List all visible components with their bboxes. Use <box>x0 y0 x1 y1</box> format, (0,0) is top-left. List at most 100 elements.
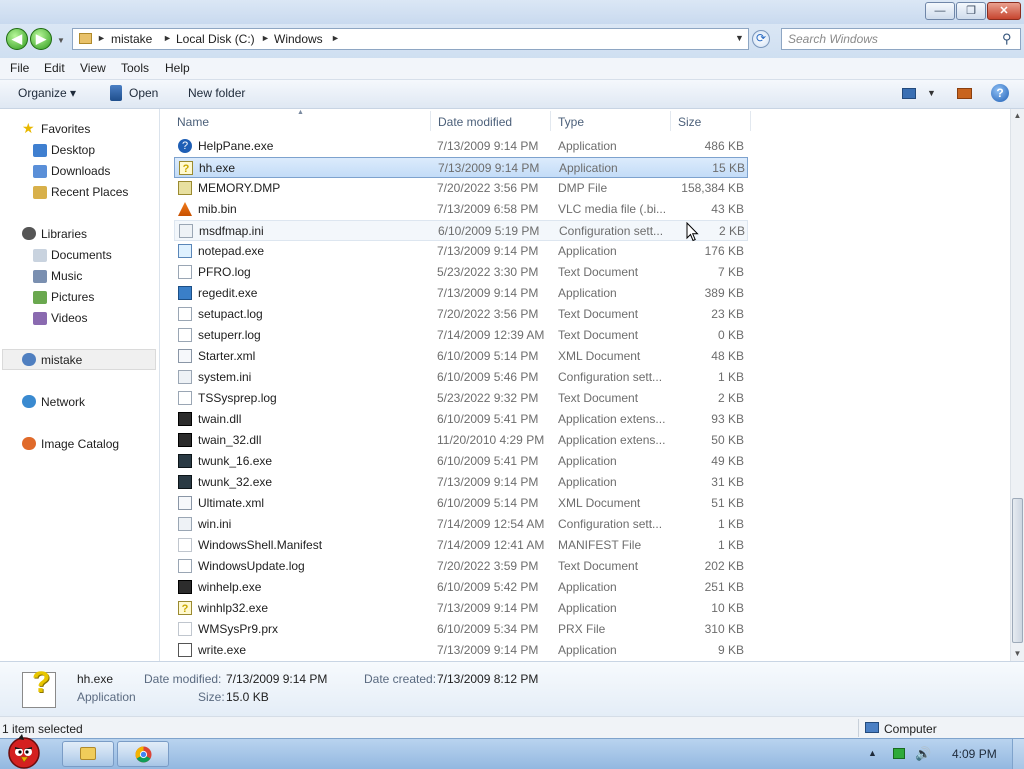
file-size-cell: 50 KB <box>711 433 744 447</box>
table-row[interactable]: winhelp.exe 6/10/2009 5:42 PM Application 2… <box>174 577 748 598</box>
change-view-icon[interactable] <box>902 88 916 99</box>
table-row[interactable]: msdfmap.ini 6/10/2009 5:19 PM Configuratio… <box>174 220 748 241</box>
table-row[interactable]: ? hh.exe 7/13/2009 9:14 PM Application 15 KB <box>174 157 748 178</box>
table-row[interactable]: setuperr.log 7/14/2009 12:39 AM Text Docum… <box>174 325 748 346</box>
text-file-icon <box>178 391 192 405</box>
nav-mistake[interactable]: mistake <box>41 353 82 367</box>
table-row[interactable]: ? winhlp32.exe 7/13/2009 9:14 PM Applicatio… <box>174 598 748 619</box>
twain-app-icon <box>178 475 192 489</box>
table-row[interactable]: twunk_16.exe 6/10/2009 5:41 PM Application… <box>174 451 748 472</box>
taskbar-explorer-button[interactable] <box>62 741 114 767</box>
file-size-cell: 1 KB <box>717 538 744 552</box>
table-row[interactable]: MEMORY.DMP 7/20/2022 3:56 PM DMP File 158,3… <box>174 178 748 199</box>
menu-help[interactable]: Help <box>165 61 190 75</box>
nav-documents[interactable]: Documents <box>51 248 112 262</box>
table-row[interactable]: WindowsUpdate.log 7/20/2022 3:59 PM Text D… <box>174 556 748 577</box>
breadcrumb-local-disk[interactable]: Local Disk (C:) <box>176 32 255 46</box>
vertical-scrollbar[interactable]: ▲ ▼ <box>1010 109 1024 661</box>
column-header-date-modified[interactable]: Date modified <box>438 115 512 129</box>
search-input[interactable] <box>788 32 993 46</box>
menu-tools[interactable]: Tools <box>121 61 149 75</box>
file-type-cell: DMP File <box>558 181 608 195</box>
table-row[interactable]: setupact.log 7/20/2022 3:56 PM Text Docume… <box>174 304 748 325</box>
file-date-cell: 7/13/2009 9:14 PM <box>438 161 540 175</box>
table-row[interactable]: system.ini 6/10/2009 5:46 PM Configuration… <box>174 367 748 388</box>
minimize-button[interactable]: — <box>925 2 955 20</box>
table-row[interactable]: WindowsShell.Manifest 7/14/2009 12:41 AM M… <box>174 535 748 556</box>
search-box[interactable]: ⚲ <box>781 28 1021 50</box>
breadcrumb-mistake[interactable]: mistake <box>111 32 152 46</box>
nav-image-catalog[interactable]: Image Catalog <box>41 437 119 451</box>
table-row[interactable]: ? HelpPane.exe 7/13/2009 9:14 PM Applicatio… <box>174 136 748 157</box>
downloads-icon <box>33 165 47 178</box>
maximize-button[interactable]: ❐ <box>956 2 986 20</box>
search-icon[interactable]: ⚲ <box>1002 31 1012 47</box>
table-row[interactable]: notepad.exe 7/13/2009 9:14 PM Application 1… <box>174 241 748 262</box>
table-row[interactable]: Starter.xml 6/10/2009 5:14 PM XML Document… <box>174 346 748 367</box>
menu-edit[interactable]: Edit <box>44 61 65 75</box>
organize-button[interactable]: Organize ▾ <box>18 86 76 100</box>
table-row[interactable]: PFRO.log 5/23/2022 3:30 PM Text Document 7 … <box>174 262 748 283</box>
table-row[interactable]: win.ini 7/14/2009 12:54 AM Configuration s… <box>174 514 748 535</box>
scroll-thumb[interactable] <box>1012 498 1023 643</box>
preview-pane-icon[interactable] <box>957 88 972 99</box>
breadcrumb-arrow-icon[interactable]: ► <box>163 33 172 43</box>
start-angry-bird-icon[interactable] <box>4 733 44 769</box>
nav-favorites[interactable]: Favorites <box>41 122 90 136</box>
column-header-type[interactable]: Type <box>558 115 584 129</box>
nav-pictures[interactable]: Pictures <box>51 290 94 304</box>
volume-icon[interactable]: 🔊 <box>915 746 931 762</box>
address-row: ◀ ▶ ▼ ► mistake ► Local Disk (C:) ► Wind… <box>0 24 1024 58</box>
help-icon[interactable]: ? <box>991 84 1009 102</box>
nav-videos[interactable]: Videos <box>51 311 87 325</box>
column-header-name[interactable]: Name <box>177 115 209 129</box>
dll-icon <box>178 412 192 426</box>
close-button[interactable]: ✕ <box>987 2 1021 20</box>
scroll-down-arrow-icon[interactable]: ▼ <box>1011 647 1024 661</box>
dll-icon <box>178 433 192 447</box>
breadcrumb-arrow-icon[interactable]: ► <box>261 33 270 43</box>
table-row[interactable]: write.exe 7/13/2009 9:14 PM Application 9 K… <box>174 640 748 661</box>
breadcrumb-arrow-icon[interactable]: ► <box>331 33 340 43</box>
table-row[interactable]: twain_32.dll 11/20/2010 4:29 PM Applicatio… <box>174 430 748 451</box>
nav-network[interactable]: Network <box>41 395 85 409</box>
recent-pages-dropdown-icon[interactable]: ▼ <box>57 36 65 45</box>
scroll-up-arrow-icon[interactable]: ▲ <box>1011 109 1024 123</box>
twain-app-icon <box>178 454 192 468</box>
show-hidden-icons-icon[interactable]: ▲ <box>868 748 877 758</box>
table-row[interactable]: regedit.exe 7/13/2009 9:14 PM Application 3… <box>174 283 748 304</box>
view-options-dropdown-icon[interactable]: ▼ <box>927 88 936 98</box>
details-date-modified-value: 7/13/2009 9:14 PM <box>226 672 328 686</box>
table-row[interactable]: twain.dll 6/10/2009 5:41 PM Application ex… <box>174 409 748 430</box>
breadcrumb-arrow-icon[interactable]: ► <box>97 33 106 43</box>
table-row[interactable]: Ultimate.xml 6/10/2009 5:14 PM XML Documen… <box>174 493 748 514</box>
breadcrumb-windows[interactable]: Windows <box>274 32 323 46</box>
address-bar[interactable]: ► mistake ► Local Disk (C:) ► Windows ► … <box>72 28 749 50</box>
power-icon[interactable] <box>893 748 905 759</box>
taskbar-clock[interactable]: 4:09 PM <box>952 747 997 761</box>
nav-recent-places[interactable]: Recent Places <box>51 185 128 199</box>
file-size-cell: 486 KB <box>704 139 744 153</box>
taskbar-chrome-button[interactable] <box>117 741 169 767</box>
column-header-size[interactable]: Size <box>678 115 701 129</box>
nav-libraries[interactable]: Libraries <box>41 227 87 241</box>
nav-downloads[interactable]: Downloads <box>51 164 110 178</box>
table-row[interactable]: twunk_32.exe 7/13/2009 9:14 PM Application… <box>174 472 748 493</box>
table-row[interactable]: TSSysprep.log 5/23/2022 9:32 PM Text Docum… <box>174 388 748 409</box>
forward-button[interactable]: ▶ <box>30 28 52 50</box>
menu-file[interactable]: File <box>10 61 29 75</box>
table-row[interactable]: WMSysPr9.prx 6/10/2009 5:34 PM PRX File 310… <box>174 619 748 640</box>
open-button[interactable]: Open <box>129 86 158 100</box>
menu-view[interactable]: View <box>80 61 106 75</box>
notepad-icon <box>178 244 192 258</box>
back-button[interactable]: ◀ <box>6 28 28 50</box>
file-date-cell: 7/13/2009 9:14 PM <box>437 244 539 258</box>
refresh-button[interactable]: ⟳ <box>752 30 770 48</box>
nav-music[interactable]: Music <box>51 269 82 283</box>
address-history-dropdown-icon[interactable]: ▼ <box>735 33 744 43</box>
nav-desktop[interactable]: Desktop <box>51 143 95 157</box>
show-desktop-button[interactable] <box>1012 739 1024 769</box>
file-size-cell: 43 KB <box>711 202 744 216</box>
table-row[interactable]: mib.bin 7/13/2009 6:58 PM VLC media file (… <box>174 199 748 220</box>
new-folder-button[interactable]: New folder <box>188 86 245 100</box>
